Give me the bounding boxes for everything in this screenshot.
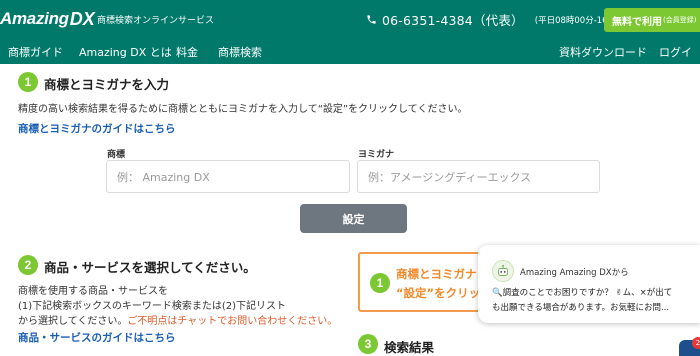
phone-number: 06-6351-4384（代表） (382, 13, 524, 28)
robot-avatar-icon (492, 260, 514, 282)
step-1-title: 商標とヨミガナを入力 (44, 77, 170, 92)
phone-icon (367, 15, 376, 24)
chat-unread-badge: 2 (692, 337, 700, 349)
trademark-guide-link[interactable]: 商標とヨミガナのガイドはこちら (18, 121, 176, 136)
step-2-desc-line3: から選択してください。ご不明点はチャットでお問い合わせください。 (18, 312, 337, 327)
nav-item-trademark-guide[interactable]: 商標ガイド (8, 44, 63, 60)
step-2-badge: 2 (18, 255, 38, 275)
nav-item-download[interactable]: 資料ダウンロード (559, 44, 647, 60)
chat-popup[interactable]: Amazing Amazing DXから 🔍調査のことでお困りですか？ ✌ム、×… (478, 245, 700, 323)
service-guide-link[interactable]: 商品・サービスのガイドはこちら (18, 330, 176, 345)
step-2-title: 商品・サービスを選択してください。 (44, 260, 256, 275)
side-box-line2: “設定”をクリッ (396, 286, 481, 300)
step-1-badge: 1 (18, 72, 38, 92)
step-1-description: 精度の高い検索結果を得るために商標とともにヨミガナを入力して“設定”をクリックし… (18, 104, 468, 115)
trademark-input[interactable]: 例： Amazing DX (106, 160, 350, 193)
step-2-desc-line1: 商標を使用する商品・サービスを (18, 286, 168, 297)
nav-item-login[interactable]: ログイン (659, 44, 700, 76)
yomigana-input[interactable]: 例：アメージングディーエックス (357, 160, 600, 193)
step-3-badge: 3 (358, 334, 378, 354)
set-button[interactable]: 設定 (300, 204, 407, 233)
chat-notice: ご不明点はチャットでお問い合わせください。 (127, 316, 338, 327)
nav-item-search[interactable]: 商標検索 (218, 44, 262, 60)
free-trial-label: 無料で利用 (612, 16, 662, 28)
chat-sender: Amazing Amazing DXから (520, 268, 629, 278)
logo[interactable]: Amazing DX (0, 6, 95, 32)
nav-item-pricing[interactable]: 料金 (176, 44, 198, 60)
side-box-badge: 1 (370, 273, 390, 293)
step-2-desc-line3-text: から選択してください。 (18, 316, 128, 327)
chat-message-line1: 🔍調査のことでお困りですか？ ✌ム、×が出て (492, 288, 673, 298)
logo-dx: DX (69, 8, 95, 29)
step-2-desc-line2: (1)下記検索ボックスのキーワード検索または(2)下記リスト (18, 301, 287, 312)
side-box-line1: 商標とヨミガナ (396, 267, 477, 281)
logo-text: Amazing (0, 9, 69, 28)
site-header: Amazing DX 商標検索オンラインサービス 06-6351-4384（代表… (0, 0, 700, 75)
free-trial-button[interactable]: 無料で利用 (会員登録) (604, 8, 700, 32)
top-bar: Amazing DX 商標検索オンラインサービス 06-6351-4384（代表… (0, 0, 700, 38)
phone-contact[interactable]: 06-6351-4384（代表） (平日08時00分-16時30分) (366, 10, 639, 29)
yomigana-label: ヨミガナ (358, 150, 395, 160)
chat-message-line2: も出願できる場合があります。お気軽にお問... (492, 303, 670, 313)
free-trial-sub: (会員登録) (663, 16, 697, 24)
step-3-title: 検索結果 (384, 340, 435, 355)
main-nav: 商標ガイド Amazing DX とは 料金 商標検索 資料ダウンロード ログイ… (0, 38, 700, 75)
nav-item-about[interactable]: Amazing DX とは (79, 44, 172, 60)
trademark-label: 商標 (107, 150, 126, 160)
tagline: 商標検索オンラインサービス (97, 16, 215, 26)
